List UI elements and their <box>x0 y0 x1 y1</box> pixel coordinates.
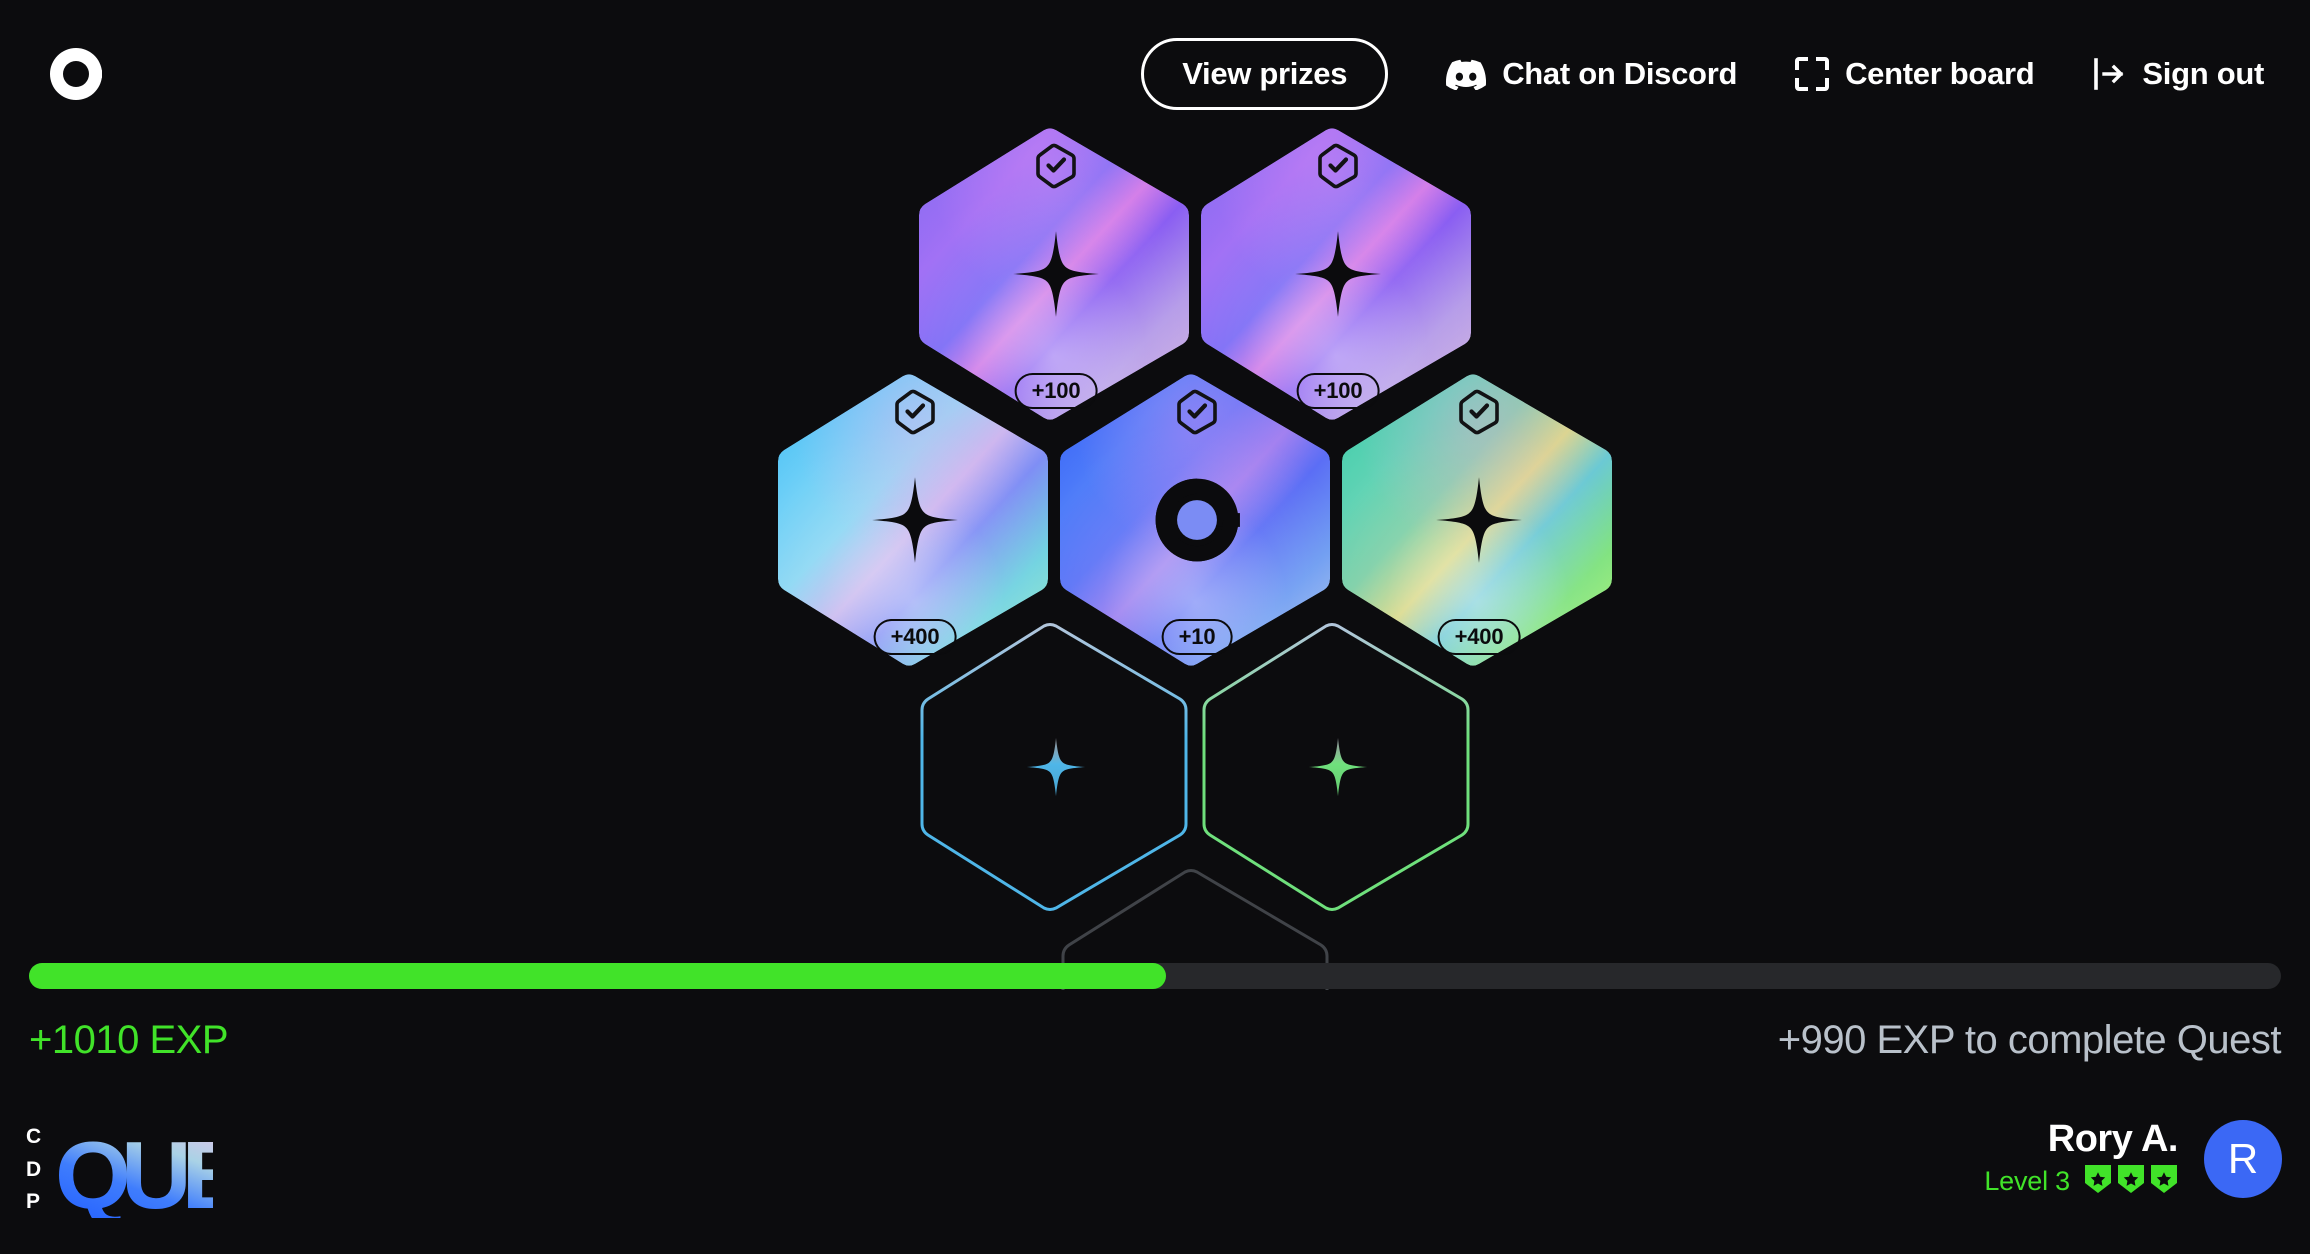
check-hex-icon <box>1317 143 1359 189</box>
avatar-initial: R <box>2227 1135 2259 1183</box>
user-meta: Rory A. Level 3 <box>1984 1118 2179 1199</box>
view-prizes-button[interactable]: View prizes <box>1141 38 1389 110</box>
hex-exp-badge: +100 <box>1014 373 1098 409</box>
hex-exp-badge: +400 <box>873 619 957 655</box>
cdp-line-d: D <box>26 1157 42 1181</box>
progress-fill <box>29 963 1167 989</box>
quest-board-app: View prizes Chat on Discord Center board <box>0 0 2310 1254</box>
quest-progress-bar <box>29 963 2281 989</box>
hex-exp-badge: +400 <box>1437 619 1521 655</box>
coinbase-logo-icon <box>1151 474 1243 566</box>
cdp-initials: C D P <box>26 1122 41 1218</box>
user-profile[interactable]: Rory A. Level 3 R <box>1984 1118 2282 1199</box>
four-point-star-icon <box>1423 464 1535 576</box>
level-shield-badges <box>2084 1164 2178 1199</box>
view-prizes-label: View prizes <box>1182 56 1348 91</box>
chat-on-discord-link[interactable]: Chat on Discord <box>1446 56 1737 92</box>
chat-on-discord-label: Chat on Discord <box>1502 56 1738 91</box>
exp-earned-label: +1010 EXP <box>29 1018 229 1062</box>
check-hex-icon <box>894 389 936 435</box>
sign-out-button[interactable]: Sign out <box>2092 56 2264 92</box>
check-hex-icon <box>1035 143 1077 189</box>
brand-lockup: C D P QUEST <box>26 1121 362 1229</box>
exp-summary-row: +1010 EXP +990 EXP to complete Quest <box>29 1018 2282 1063</box>
sign-out-label: Sign out <box>2142 56 2264 91</box>
four-point-star-icon <box>1300 729 1376 805</box>
crosshair-frame-icon <box>1795 57 1830 91</box>
hex-exp-badge: +100 <box>1296 373 1380 409</box>
discord-icon <box>1446 59 1487 90</box>
center-board-label: Center board <box>1845 56 2035 91</box>
center-board-button[interactable]: Center board <box>1795 56 2035 92</box>
top-header: View prizes Chat on Discord Center board <box>0 0 2310 148</box>
sign-out-icon <box>2092 57 2126 91</box>
shield-star-icon <box>2150 1164 2178 1199</box>
shield-star-icon <box>2084 1164 2112 1199</box>
header-actions: View prizes Chat on Discord Center board <box>1141 38 2264 110</box>
hex-exp-badge: +10 <box>1161 619 1233 655</box>
coinbase-logo-icon[interactable] <box>46 44 106 104</box>
quest-board[interactable]: +100 +100 +400 +10 +400 <box>0 0 2310 990</box>
svg-text:QUEST: QUEST <box>55 1122 213 1218</box>
four-point-star-icon <box>1282 218 1394 330</box>
check-hex-icon <box>1176 389 1218 435</box>
user-name: Rory A. <box>2047 1118 2179 1160</box>
four-point-star-icon <box>859 464 971 576</box>
four-point-star-icon <box>1000 218 1112 330</box>
user-level-label: Level 3 <box>1984 1165 2070 1196</box>
exp-remaining-label: +990 EXP to complete Quest <box>1777 1018 2282 1062</box>
shield-star-icon <box>2117 1164 2145 1199</box>
quest-wordmark: QUEST <box>55 1121 361 1229</box>
cdp-line-p: P <box>26 1190 41 1213</box>
check-hex-icon <box>1458 389 1500 435</box>
user-level-row: Level 3 <box>1984 1164 2178 1199</box>
four-point-star-icon <box>1018 729 1094 805</box>
avatar[interactable]: R <box>2204 1120 2282 1199</box>
hex-grid: +100 +100 +400 +10 +400 <box>0 0 2310 990</box>
cdp-line-c: C <box>26 1125 42 1148</box>
